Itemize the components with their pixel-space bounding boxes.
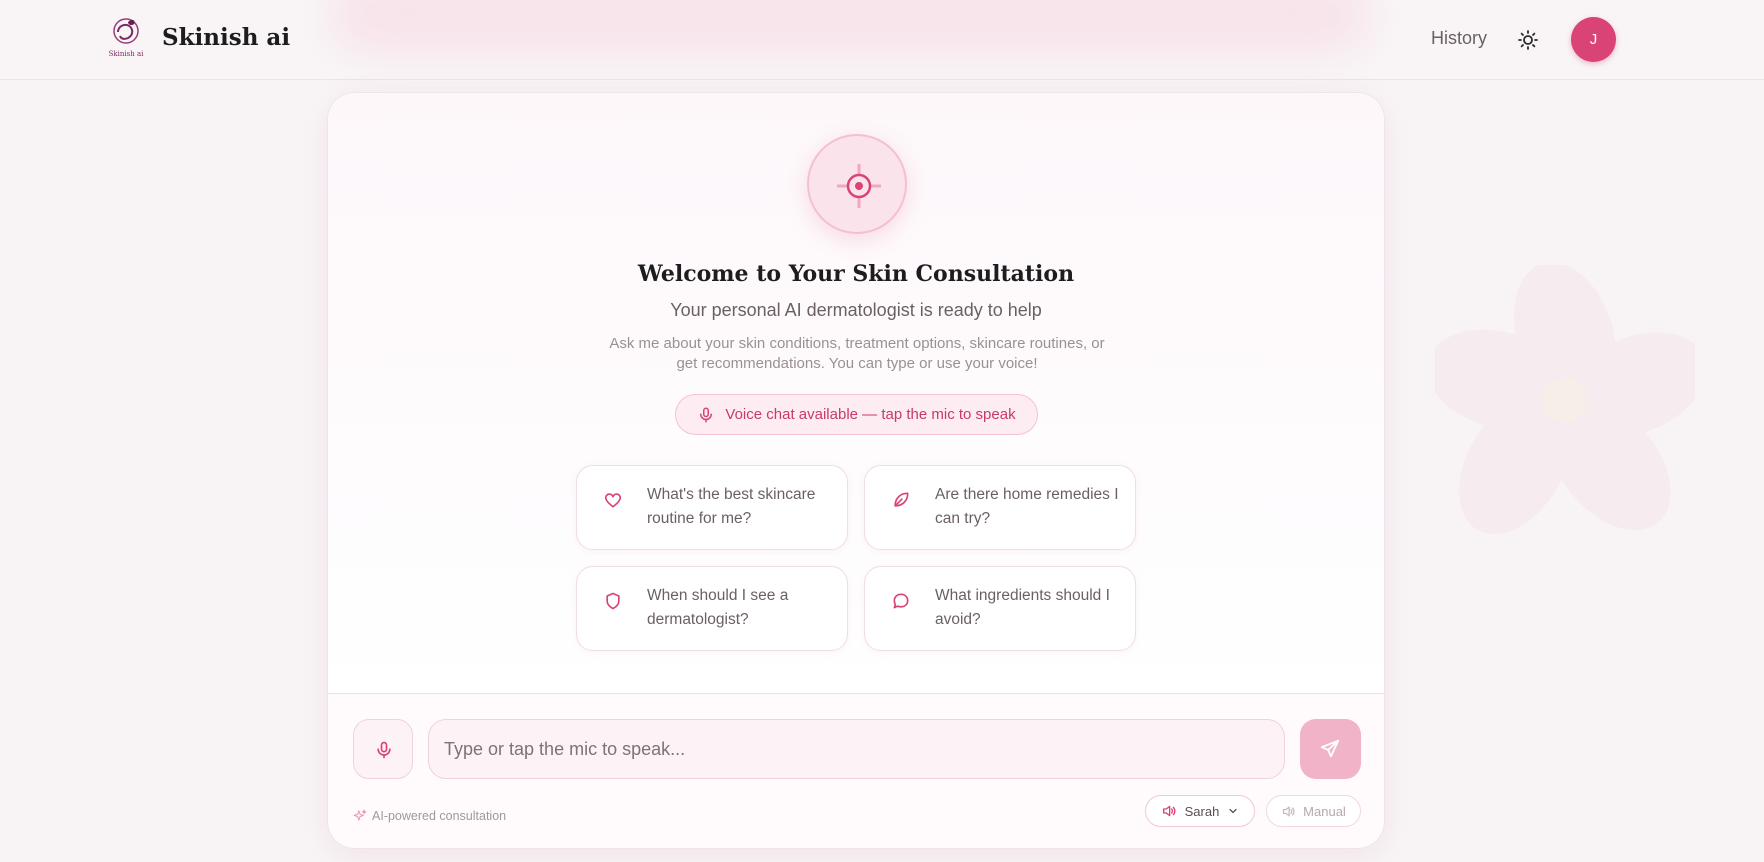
ai-footnote: AI-powered consultation — [353, 809, 506, 823]
suggestion-card-see-dermatologist[interactable]: When should I see a dermatologist? — [576, 566, 848, 651]
manual-mode-button[interactable]: Manual — [1266, 795, 1361, 827]
leaf-icon — [894, 492, 909, 507]
message-composer: AI-powered consultation Sarah Manual — [328, 694, 1384, 848]
send-button[interactable] — [1300, 719, 1361, 779]
logo-caption: Skinish ai — [109, 50, 145, 58]
welcome-panel: Welcome to Your Skin Consultation Your p… — [328, 93, 1384, 693]
voice-chat-badge-label: Voice chat available — tap the mic to sp… — [725, 406, 1016, 423]
chevron-down-icon — [1229, 808, 1237, 814]
brand-name: Skinish ai — [162, 24, 291, 51]
sparkles-icon — [353, 809, 367, 821]
shield-icon — [606, 592, 620, 610]
speaker-icon — [1283, 806, 1295, 816]
microphone-icon — [377, 741, 391, 759]
voice-chat-badge: Voice chat available — tap the mic to sp… — [675, 394, 1038, 435]
voice-select-value: Sarah — [1184, 803, 1220, 819]
ai-footnote-label: AI-powered consultation — [372, 809, 507, 823]
welcome-description: Ask me about your skin conditions, treat… — [609, 335, 1105, 372]
suggestion-card-ingredients-avoid[interactable]: What ingredients should I avoid? — [864, 566, 1136, 651]
manual-mode-label: Manual — [1303, 803, 1346, 819]
target-crosshair-icon — [837, 164, 881, 208]
hero-badge — [807, 134, 907, 234]
suggestion-text: Are there home remedies I can try? — [935, 486, 1119, 527]
decorative-flower-icon — [1435, 265, 1695, 535]
suggestion-card-home-remedies[interactable]: Are there home remedies I can try? — [864, 465, 1136, 550]
mic-button[interactable] — [353, 719, 413, 779]
consultation-card: Welcome to Your Skin Consultation Your p… — [327, 92, 1385, 849]
speaker-icon — [1162, 805, 1176, 817]
brand-logo[interactable]: Skinish ai — [106, 16, 146, 60]
theme-toggle-button[interactable] — [1516, 28, 1540, 52]
message-input[interactable] — [428, 719, 1285, 779]
microphone-icon — [700, 407, 713, 422]
suggestion-card-skincare-routine[interactable]: What's the best skincare routine for me? — [576, 465, 848, 550]
sun-icon — [1518, 30, 1538, 50]
welcome-subtitle: Your personal AI dermatologist is ready … — [670, 300, 1042, 320]
nav-history-link[interactable]: History — [1431, 28, 1487, 49]
chat-bubble-icon — [893, 593, 909, 609]
suggestion-grid: What's the best skincare routine for me?… — [576, 465, 1136, 651]
welcome-title: Welcome to Your Skin Consultation — [637, 261, 1075, 287]
top-header: Skinish ai Skinish ai History J — [0, 0, 1764, 80]
user-avatar[interactable]: J — [1571, 17, 1616, 62]
suggestion-text: When should I see a dermatologist? — [647, 587, 789, 628]
paper-plane-icon — [1320, 739, 1340, 758]
suggestion-text: What ingredients should I avoid? — [935, 587, 1110, 628]
heart-icon — [604, 493, 622, 508]
voice-select-dropdown[interactable]: Sarah — [1145, 795, 1255, 827]
suggestion-text: What's the best skincare routine for me? — [647, 486, 816, 527]
logo-swirl-icon: Skinish ai — [109, 18, 145, 58]
